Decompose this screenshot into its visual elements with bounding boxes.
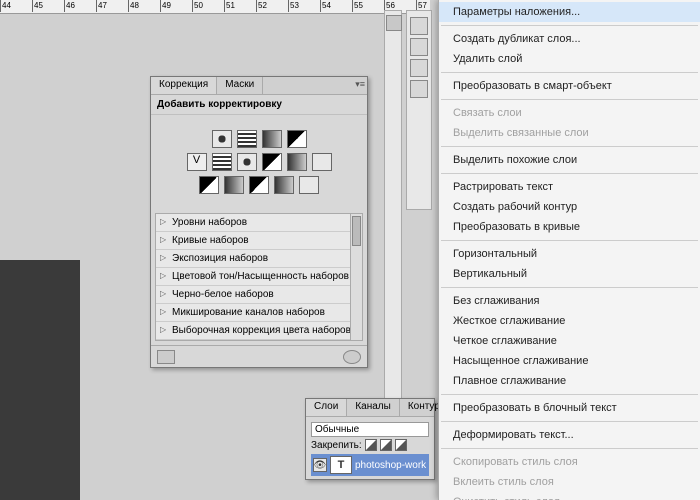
menu-separator [441, 421, 698, 422]
menu-item: Вклеить стиль слоя [439, 472, 700, 492]
menu-separator [441, 146, 698, 147]
tab-correction[interactable]: Коррекция [151, 77, 217, 94]
vibrance-icon[interactable]: V [187, 153, 207, 171]
ruler-tick: 48 [128, 0, 160, 12]
preset-item[interactable]: Микширование каналов наборов [156, 304, 362, 322]
menu-item[interactable]: Насыщенное сглаживание [439, 351, 700, 371]
hue-icon[interactable] [212, 153, 232, 171]
menu-separator [441, 72, 698, 73]
layer-row[interactable]: 👁 T photoshop-work [311, 454, 429, 476]
blend-mode-select[interactable]: Обычные [311, 422, 429, 437]
preset-list: Уровни наборовКривые наборовЭкспозиция н… [155, 213, 363, 341]
footer-icon-right[interactable] [343, 350, 361, 364]
menu-item: Очистить стиль слоя [439, 492, 700, 500]
brushes-icon[interactable] [410, 80, 428, 98]
preset-item[interactable]: Экспозиция наборов [156, 250, 362, 268]
text-layer-thumb-icon: T [330, 456, 352, 474]
menu-separator [441, 394, 698, 395]
threshold-icon[interactable] [249, 176, 269, 194]
lock-pixels-icon[interactable] [365, 439, 377, 451]
menu-separator [441, 25, 698, 26]
swatches-icon[interactable] [410, 59, 428, 77]
gradient-map-icon[interactable] [274, 176, 294, 194]
menu-item[interactable]: Параметры наложения... [439, 2, 700, 22]
preset-item[interactable]: Черно-белое наборов [156, 286, 362, 304]
panel-footer [151, 345, 367, 367]
ruler-tick: 50 [192, 0, 224, 12]
preset-item[interactable]: Уровни наборов [156, 214, 362, 232]
menu-item[interactable]: Растрировать текст [439, 177, 700, 197]
menu-item[interactable]: Удалить слой [439, 49, 700, 69]
ruler-tick: 49 [160, 0, 192, 12]
selective-color-icon[interactable] [299, 176, 319, 194]
ruler-tick: 46 [64, 0, 96, 12]
curves-icon[interactable] [262, 130, 282, 148]
menu-item[interactable]: Плавное сглаживание [439, 371, 700, 391]
strip-icon[interactable] [386, 15, 402, 31]
lock-all-icon[interactable] [395, 439, 407, 451]
menu-separator [441, 240, 698, 241]
bw-icon[interactable] [262, 153, 282, 171]
levels-icon[interactable] [237, 130, 257, 148]
posterize-icon[interactable] [224, 176, 244, 194]
menu-item: Скопировать стиль слоя [439, 452, 700, 472]
preset-item[interactable]: Кривые наборов [156, 232, 362, 250]
mb-icon[interactable] [410, 17, 428, 35]
ruler-tick: 47 [96, 0, 128, 12]
ruler-tick: 53 [288, 0, 320, 12]
tab-layers[interactable]: Слои [306, 399, 347, 416]
menu-item[interactable]: Четкое сглаживание [439, 331, 700, 351]
layers-panel: Слои Каналы Контур Обычные Закрепить: 👁 … [305, 398, 435, 480]
ruler-tick: 54 [320, 0, 352, 12]
menu-item[interactable]: Создать дубликат слоя... [439, 29, 700, 49]
menu-item: Связать слои [439, 103, 700, 123]
menu-item[interactable]: Преобразовать в смарт-объект [439, 76, 700, 96]
ruler-tick: 55 [352, 0, 384, 12]
layer-context-menu: Параметры наложения... Создать дубликат с… [438, 0, 700, 500]
menu-separator [441, 99, 698, 100]
visibility-eye-icon[interactable]: 👁 [313, 458, 327, 472]
menu-item[interactable]: Вертикальный [439, 264, 700, 284]
channel-mixer-icon[interactable] [312, 153, 332, 171]
menu-item[interactable]: Преобразовать в кривые [439, 217, 700, 237]
panel-subtitle: Добавить корректировку [151, 95, 367, 115]
menu-separator [441, 287, 698, 288]
menu-item[interactable]: Жесткое сглаживание [439, 311, 700, 331]
history-icon[interactable] [410, 38, 428, 56]
ruler-tick: 51 [224, 0, 256, 12]
preset-scrollbar[interactable] [350, 214, 362, 340]
ruler-tick: 52 [256, 0, 288, 12]
photo-filter-icon[interactable] [287, 153, 307, 171]
lock-label: Закрепить: [311, 440, 362, 451]
ruler-tick: 45 [32, 0, 64, 12]
menu-separator [441, 173, 698, 174]
menu-item[interactable]: Создать рабочий контур [439, 197, 700, 217]
balance-icon[interactable] [237, 153, 257, 171]
adjustments-panel: Коррекция Маски ▾≡ Добавить корректировк… [150, 76, 368, 368]
panel-menu-icon[interactable]: ▾≡ [355, 79, 365, 90]
tab-masks[interactable]: Маски [217, 77, 263, 94]
horizontal-ruler: 444546474849505152535455565758 [0, 0, 430, 14]
preset-item[interactable]: Цветовой тон/Насыщенность наборов [156, 268, 362, 286]
menu-item[interactable]: Преобразовать в блочный текст [439, 398, 700, 418]
ruler-tick: 44 [0, 0, 32, 12]
preset-item[interactable]: Выборочная коррекция цвета наборов [156, 322, 362, 340]
adjustment-icon-grid: V [151, 115, 367, 209]
document-area [0, 260, 80, 500]
tab-channels[interactable]: Каналы [347, 399, 400, 416]
footer-icon-left[interactable] [157, 350, 175, 364]
invert-icon[interactable] [199, 176, 219, 194]
brightness-icon[interactable] [212, 130, 232, 148]
layer-name: photoshop-work [355, 460, 426, 471]
panel-tabs: Коррекция Маски ▾≡ [151, 77, 367, 95]
menu-separator [441, 448, 698, 449]
lock-position-icon[interactable] [380, 439, 392, 451]
menu-item: Выделить связанные слои [439, 123, 700, 143]
menu-item[interactable]: Горизонтальный [439, 244, 700, 264]
menu-item[interactable]: Выделить похожие слои [439, 150, 700, 170]
menu-item[interactable]: Деформировать текст... [439, 425, 700, 445]
menu-item[interactable]: Без сглаживания [439, 291, 700, 311]
right-tool-strip-wide [406, 10, 432, 210]
exposure-icon[interactable] [287, 130, 307, 148]
